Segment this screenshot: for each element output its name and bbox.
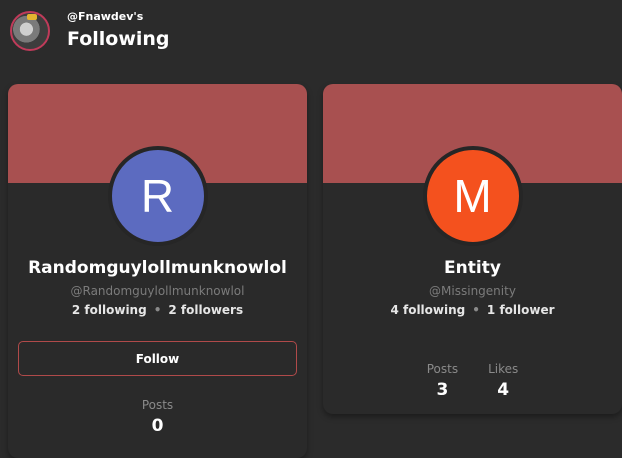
stat-label: Posts	[426, 362, 459, 376]
stat-label: Posts	[141, 398, 174, 412]
separator-dot: •	[153, 303, 162, 317]
stat-value: 0	[151, 416, 164, 436]
header-text: @Fnawdev's Following	[67, 10, 170, 52]
avatar[interactable]: R	[107, 146, 208, 246]
following-count[interactable]: 2 following	[72, 303, 147, 317]
profile-stats: Posts 3 Likes 4	[323, 362, 622, 400]
followers-count[interactable]: 2 followers	[168, 303, 243, 317]
follow-button[interactable]: Follow	[18, 341, 297, 376]
owner-handle[interactable]: @Fnawdev's	[67, 10, 170, 24]
avatar[interactable]: M	[422, 146, 523, 246]
follow-counts: 4 following • 1 follower	[323, 303, 622, 317]
separator-dot: •	[472, 303, 480, 317]
crown-icon	[27, 14, 37, 20]
stat-posts: Posts 0	[142, 398, 173, 436]
profile-stats: Posts 0	[8, 398, 307, 436]
owner-avatar[interactable]	[10, 11, 50, 51]
profile-handle: @Missingenity	[429, 284, 516, 298]
following-count[interactable]: 4 following	[390, 303, 465, 317]
profile-card[interactable]: R Randomguylollmunknowlol @Randomguyloll…	[8, 84, 307, 458]
follow-counts: 2 following • 2 followers	[8, 303, 307, 317]
profile-name[interactable]: Randomguylollmunknowlol	[8, 258, 307, 278]
stat-posts: Posts 3	[427, 362, 458, 400]
stat-value: 4	[497, 380, 510, 400]
page-header: @Fnawdev's Following	[10, 10, 170, 52]
followers-count[interactable]: 1 follower	[487, 303, 555, 317]
stat-label: Likes	[488, 362, 519, 376]
profile-card[interactable]: M Entity @Missingenity 4 following • 1 fol…	[323, 84, 622, 414]
stat-likes: Likes 4	[488, 362, 518, 400]
profile-handle: @Randomguylollmunknowlol	[70, 284, 245, 298]
page-title: Following	[67, 28, 170, 50]
profile-name[interactable]: Entity	[323, 258, 622, 278]
stat-value: 3	[436, 380, 449, 400]
